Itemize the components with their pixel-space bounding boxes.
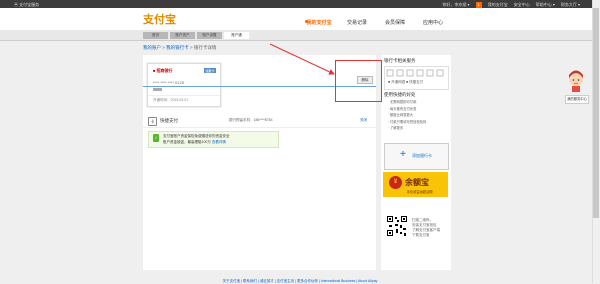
shield-icon: ✓	[153, 134, 159, 142]
scrollbar-thumb[interactable]	[593, 8, 599, 218]
insurance-details-link[interactable]: 查看详情	[212, 140, 226, 144]
insurance-line-1: 支付宝账户资金保险免费赠送你的资金安全	[163, 134, 230, 138]
yuan-icon: ¥	[389, 176, 402, 189]
qr-text: 扫描二维码， 安装支付宝钱包 了解支付宝客户端 下载支付宝	[412, 218, 440, 237]
quickpay-title: 快捷支付	[160, 118, 178, 123]
quickpay-close-link[interactable]: 关闭	[360, 118, 367, 123]
footer-links[interactable]: 关于支付宝 | 联系我们 | 诚征英才 | 支付宝主页 | 更多合作伙伴 | I…	[0, 279, 600, 284]
quickpay-phone: 银行预留手机：186****8784	[229, 118, 273, 122]
service-center-button[interactable]: 我的服务中心	[565, 95, 589, 104]
mascot-icon[interactable]	[568, 70, 584, 92]
list-item[interactable]: · 了解更多	[388, 125, 426, 132]
quickpay-divider	[143, 127, 376, 128]
plus-icon: +	[400, 149, 406, 160]
card-icon: 卡	[148, 117, 157, 126]
side-services-text: ■ 开通网银 ■ 快捷支付	[388, 80, 424, 84]
ad-title: 余额宝	[405, 178, 429, 187]
insurance-line-2: 账户资金被盗，最高理赔100万 查看详情	[163, 140, 226, 144]
side-services-title: 银行卡相关服务	[384, 58, 416, 63]
side-benefits-title: 使用快捷的好处	[384, 92, 416, 97]
qr-code-icon	[386, 215, 408, 237]
service-icons	[386, 69, 444, 77]
annotation-arrow	[269, 43, 335, 75]
ad-subtitle: 年化收益远超活期	[407, 190, 433, 194]
side-benefits-list: · 无需网银即可付款 · 每天都有支付优惠 · 额度比网银更大 · 付款只需填写…	[388, 99, 426, 132]
add-card-label[interactable]: 添加银行卡	[412, 153, 432, 159]
